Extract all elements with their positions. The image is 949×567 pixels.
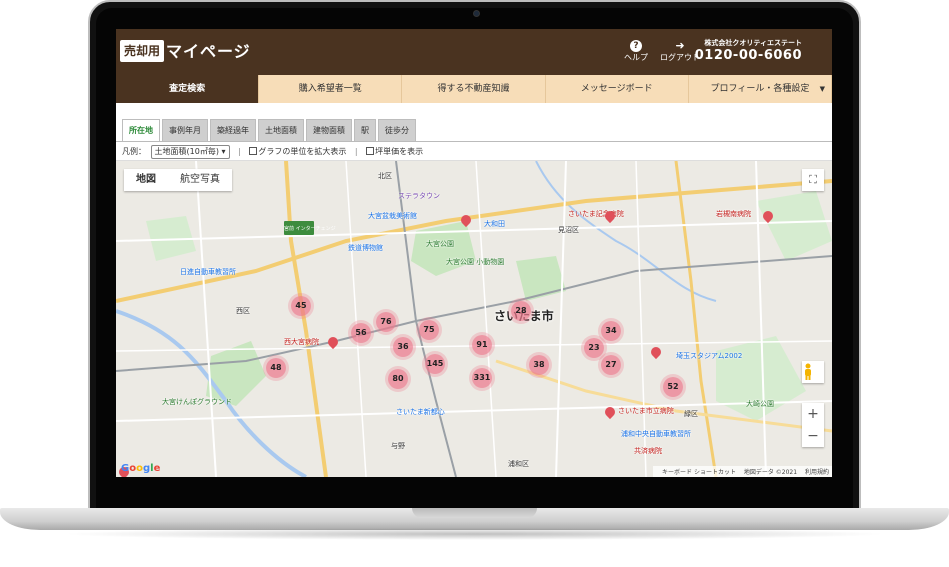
cluster-marker[interactable]: 76 [376,312,396,332]
cluster-marker[interactable]: 27 [601,355,621,375]
nav-item-knowledge[interactable]: 得する不動産知識 [402,75,546,103]
map-label-nishi-ward: 西区 [236,307,250,315]
fullscreen-icon[interactable]: ⛶ [802,169,824,191]
tab-building-area[interactable]: 建物面積 [306,119,352,141]
map-label-city-hospital: さいたま市立病院 [618,407,674,415]
nav-item-buyers[interactable]: 購入希望者一覧 [259,75,403,103]
tsubo-price-checkbox[interactable]: 坪単価を表示 [366,147,423,156]
map-label-zoo: 大宮公園 小動物園 [446,258,505,266]
cluster-marker[interactable]: 52 [663,377,683,397]
legend-label: 凡例： [122,147,146,156]
nav-item-messages[interactable]: メッセージボード [546,75,689,103]
cluster-marker[interactable]: 34 [601,321,621,341]
cluster-marker[interactable]: 28 [511,301,531,321]
app-header: 売却用 マイページ ? ヘルプ ➜ ログアウト 株式会社クオリティエステート 0… [116,29,832,75]
google-logo: Google [121,463,161,474]
map-data-credit: 地図データ ©2021 [743,469,798,476]
map-label-minuma-ward: 見沼区 [558,226,579,234]
phone-number: 0120-00-6060 [694,48,802,63]
cluster-marker[interactable]: 36 [393,337,413,357]
cluster-marker[interactable]: 145 [425,354,445,374]
map-attribution: キーボード ショートカット 地図データ ©2021 利用規約 [653,466,832,477]
cluster-marker[interactable]: 331 [472,368,492,388]
help-icon: ? [630,40,642,52]
zoom-in-button[interactable]: + [802,403,824,425]
cluster-marker[interactable]: 56 [351,323,371,343]
map-label-shintoshin: さいたま新都心 [396,408,445,416]
laptop-frame: 売却用 マイページ ? ヘルプ ➜ ログアウト 株式会社クオリティエステート 0… [0,0,949,567]
company-name: 株式会社クオリティエステート [704,39,802,47]
main-nav: 査定検索 購入希望者一覧 得する不動産知識 メッセージボード プロフィール・各種… [116,75,832,103]
map-label-yono: 与野 [391,442,405,450]
street-view-pegman-icon[interactable] [802,361,824,383]
tab-station[interactable]: 駅 [354,119,376,141]
enlarge-unit-checkbox[interactable]: グラフの単位を拡大表示 [249,147,346,156]
tab-transaction-date[interactable]: 事例年月 [162,119,208,141]
cluster-marker[interactable]: 45 [291,296,311,316]
mode-badge: 売却用 [120,40,165,62]
map-label-iwatsuki-hospital: 岩槻南病院 [716,210,751,218]
map-label-osaki-park: 大崎公園 [746,400,774,408]
map-view[interactable]: 北区 見沼区 西区 浦和区 緑区 ステラタウン 大宮盆栽美術館 鉄道博物館 大宮… [116,161,832,477]
map-label-nishiomiya-hospital: 西大宮病院 [284,338,319,346]
filter-tabs: 所在地 事例年月 築経過年 土地面積 建物面積 駅 徒歩分 [122,119,418,141]
cluster-marker[interactable]: 80 [388,369,408,389]
cluster-marker[interactable]: 75 [419,320,439,340]
cluster-marker[interactable]: 38 [529,355,549,375]
legend-select[interactable]: 土地面積(10㎡毎) ▾ [150,145,230,159]
tab-building-age[interactable]: 築経過年 [210,119,256,141]
map-label-interchange: 宮前 インターチェンジ [284,226,336,232]
page-title: マイページ [166,42,251,61]
map-label-owada: 大和田 [484,220,505,228]
map-label-stadium: 埼玉スタジアム2002 [676,352,743,360]
caret-down-icon: ▼ [819,85,826,93]
map-label-stellatown: ステラタウン [398,192,440,200]
tab-land-area[interactable]: 土地面積 [258,119,304,141]
keyboard-shortcuts-link[interactable]: キーボード ショートカット [662,469,736,476]
laptop-notch [412,508,537,518]
map-label-kyosai-hospital: 共済病院 [634,447,662,455]
nav-item-profile-label: プロフィール・各種設定 [710,84,810,94]
map-label-urawa-ward: 浦和区 [508,460,529,468]
tab-location[interactable]: 所在地 [122,119,160,141]
zoom-control: + − [802,403,824,447]
map-label-midori-ward: 緑区 [684,410,698,418]
app-screen: 売却用 マイページ ? ヘルプ ➜ ログアウト 株式会社クオリティエステート 0… [116,29,832,477]
map-label-omiya-park: 大宮公園 [426,240,454,248]
help-button[interactable]: ? ヘルプ [624,40,648,63]
cluster-marker[interactable]: 23 [584,338,604,358]
zoom-out-button[interactable]: − [802,425,824,447]
map-type-map-button[interactable]: 地図 [124,169,168,191]
map-label-urawa-school: 浦和中央自動車教習所 [621,430,691,438]
nav-item-appraisal-search[interactable]: 査定検索 [116,75,260,103]
cluster-marker[interactable]: 91 [472,335,492,355]
terms-link[interactable]: 利用規約 [805,469,829,476]
camera-icon [473,10,480,17]
map-label-kinen-hospital: さいたま記念病院 [568,210,624,218]
map-label-kita-ward: 北区 [378,172,392,180]
map-label-kenpo-ground: 大宮けんぽグラウンド [162,398,232,406]
map-label-bonsai-museum: 大宮盆栽美術館 [368,212,417,220]
tab-walk-minutes[interactable]: 徒歩分 [378,119,416,141]
cluster-marker[interactable]: 48 [266,358,286,378]
map-label-nisshin-school: 日進自動車教習所 [180,268,236,276]
nav-item-profile[interactable]: プロフィール・各種設定 ▼ [689,75,832,103]
help-label: ヘルプ [624,53,648,62]
map-label-railway-museum: 鉄道博物館 [348,244,383,252]
map-type-control: 地図 航空写真 [124,169,232,191]
map-type-satellite-button[interactable]: 航空写真 [168,169,232,191]
legend-bar: 凡例： 土地面積(10㎡毎) ▾ | グラフの単位を拡大表示 | 坪単価を表示 [116,141,832,161]
